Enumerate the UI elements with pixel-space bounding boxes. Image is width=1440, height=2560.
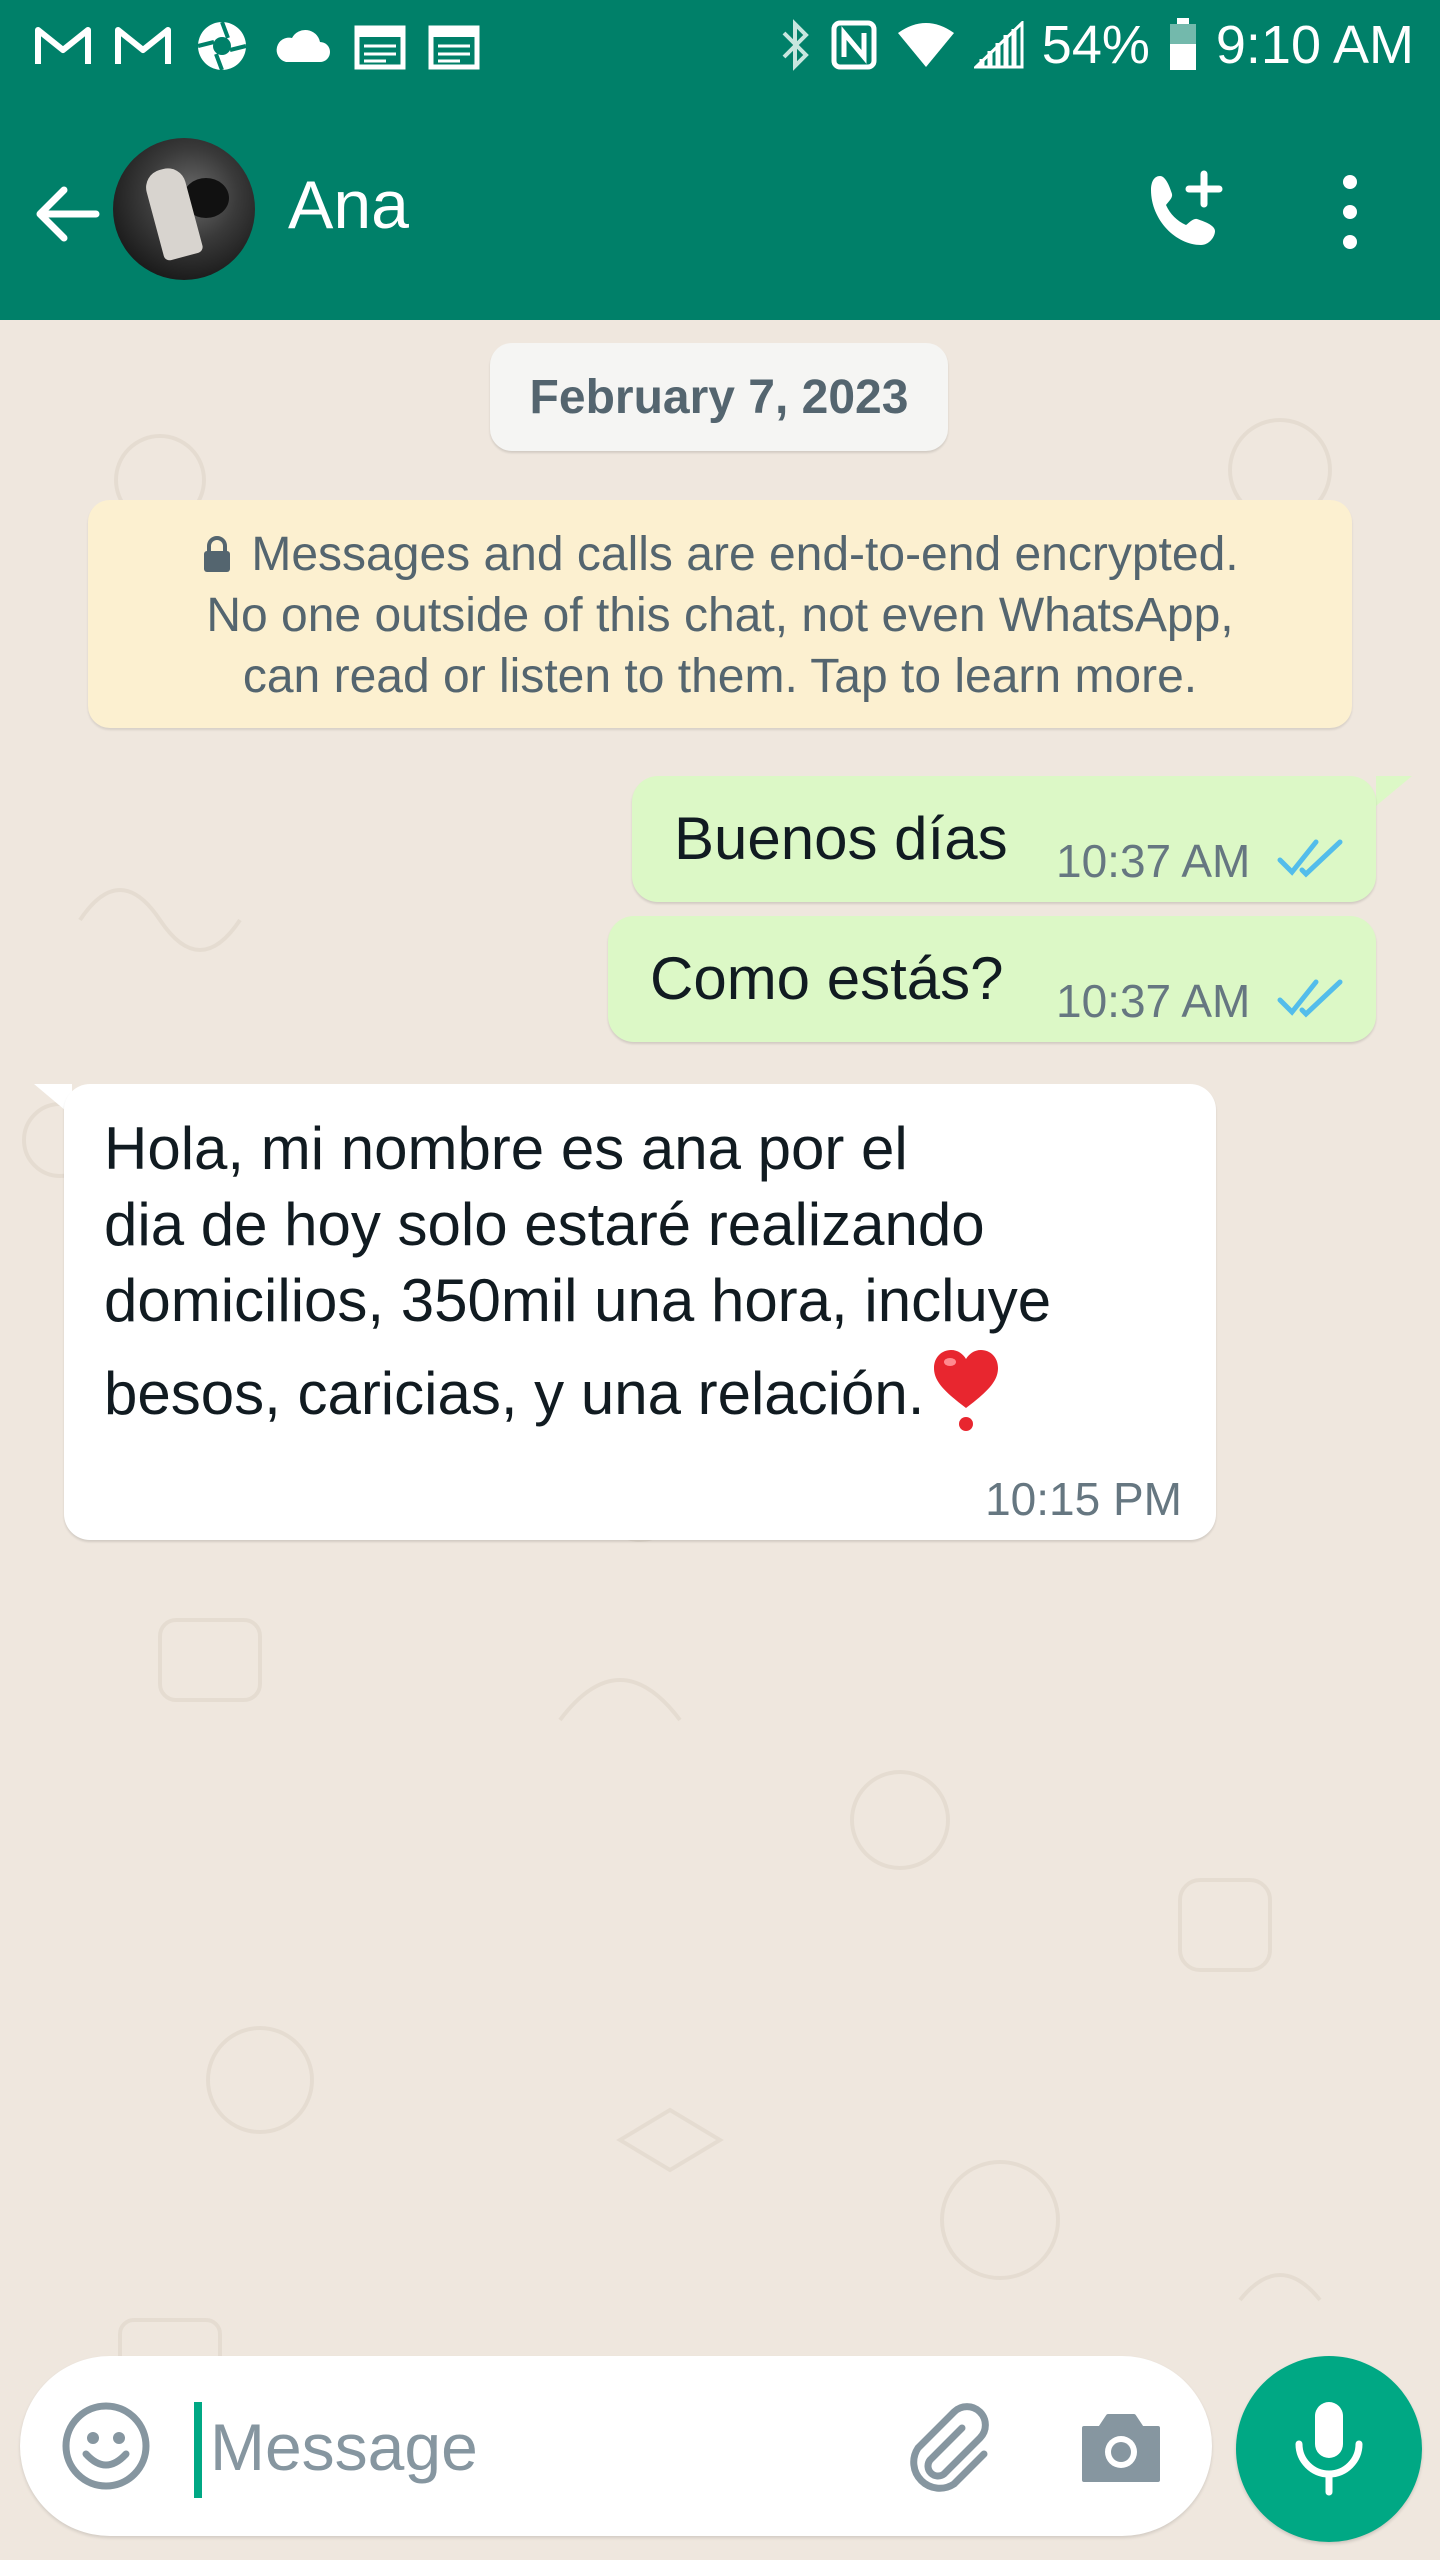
message-time: 10:37 AM [1056, 835, 1251, 887]
back-button[interactable] [30, 178, 102, 250]
battery-percentage: 54% [1041, 15, 1150, 75]
more-vertical-icon [1343, 175, 1357, 249]
encryption-line-3: can read or listen to them. Tap to learn… [242, 650, 1198, 703]
double-check-icon [1277, 979, 1343, 1018]
cloud-icon [272, 26, 332, 66]
add-call-icon [1151, 170, 1223, 245]
clock: 9:10 AM [1215, 15, 1414, 75]
aperture-icon [194, 18, 250, 74]
message-input[interactable] [208, 2394, 872, 2500]
system-icons: 54% 9:10 AM [778, 14, 1414, 76]
camera-icon [1082, 2414, 1160, 2482]
gmail-icon [114, 24, 172, 68]
message-line: domicilios, 350mil una hora, incluye [104, 1267, 1052, 1334]
wifi-icon [896, 21, 956, 69]
message-text: Como estás? [650, 945, 1004, 1012]
microphone-icon [1295, 2402, 1363, 2496]
notification-icons [34, 18, 480, 74]
outgoing-message[interactable]: Buenos días 10:37 AM [632, 776, 1376, 902]
double-check-icon [1277, 839, 1343, 878]
message-time: 10:37 AM [1056, 975, 1251, 1027]
arrow-left-icon [36, 186, 100, 242]
text-cursor [194, 2402, 202, 2498]
calendar-icon [354, 22, 406, 70]
chat-header: Ana [0, 100, 1440, 320]
bubble-tail [1376, 776, 1412, 806]
battery-icon [1168, 18, 1198, 72]
avatar[interactable] [113, 138, 255, 280]
bluetooth-icon [778, 17, 812, 73]
incoming-message[interactable]: Hola, mi nombre es ana por el dia de hoy… [64, 1084, 1216, 1540]
gmail-icon [34, 24, 92, 68]
signal-icon [973, 21, 1024, 69]
message-time: 10:15 PM [985, 1473, 1182, 1525]
encryption-notice[interactable]: Messages and calls are end-to-end encryp… [88, 500, 1352, 728]
attach-button[interactable] [900, 2398, 996, 2494]
calendar-icon [428, 22, 480, 70]
voice-message-button[interactable] [1236, 2356, 1422, 2542]
encryption-line-1: Messages and calls are end-to-end encryp… [251, 528, 1239, 581]
more-options-button[interactable] [1330, 172, 1370, 252]
emoji-button[interactable] [60, 2400, 152, 2492]
message-text: Buenos días [674, 805, 1008, 872]
outgoing-message[interactable]: Como estás? 10:37 AM [608, 916, 1376, 1042]
camera-button[interactable] [1078, 2406, 1164, 2486]
heart-icon [934, 1350, 999, 1431]
encryption-line-2: No one outside of this chat, not even Wh… [206, 589, 1234, 642]
message-composer [20, 2356, 1212, 2536]
add-call-button[interactable] [1140, 166, 1230, 256]
message-line: dia de hoy solo estaré realizando [104, 1191, 985, 1258]
nfc-icon [830, 19, 878, 71]
message-line: Hola, mi nombre es ana por el [104, 1115, 908, 1182]
status-bar: 54% 9:10 AM [0, 0, 1440, 100]
contact-name[interactable]: Ana [288, 166, 409, 244]
lock-icon [204, 536, 231, 572]
smiley-icon [62, 2402, 150, 2490]
message-line: besos, caricias, y una relación. [104, 1360, 925, 1427]
paperclip-icon [910, 2403, 989, 2492]
date-separator: February 7, 2023 [490, 343, 948, 451]
